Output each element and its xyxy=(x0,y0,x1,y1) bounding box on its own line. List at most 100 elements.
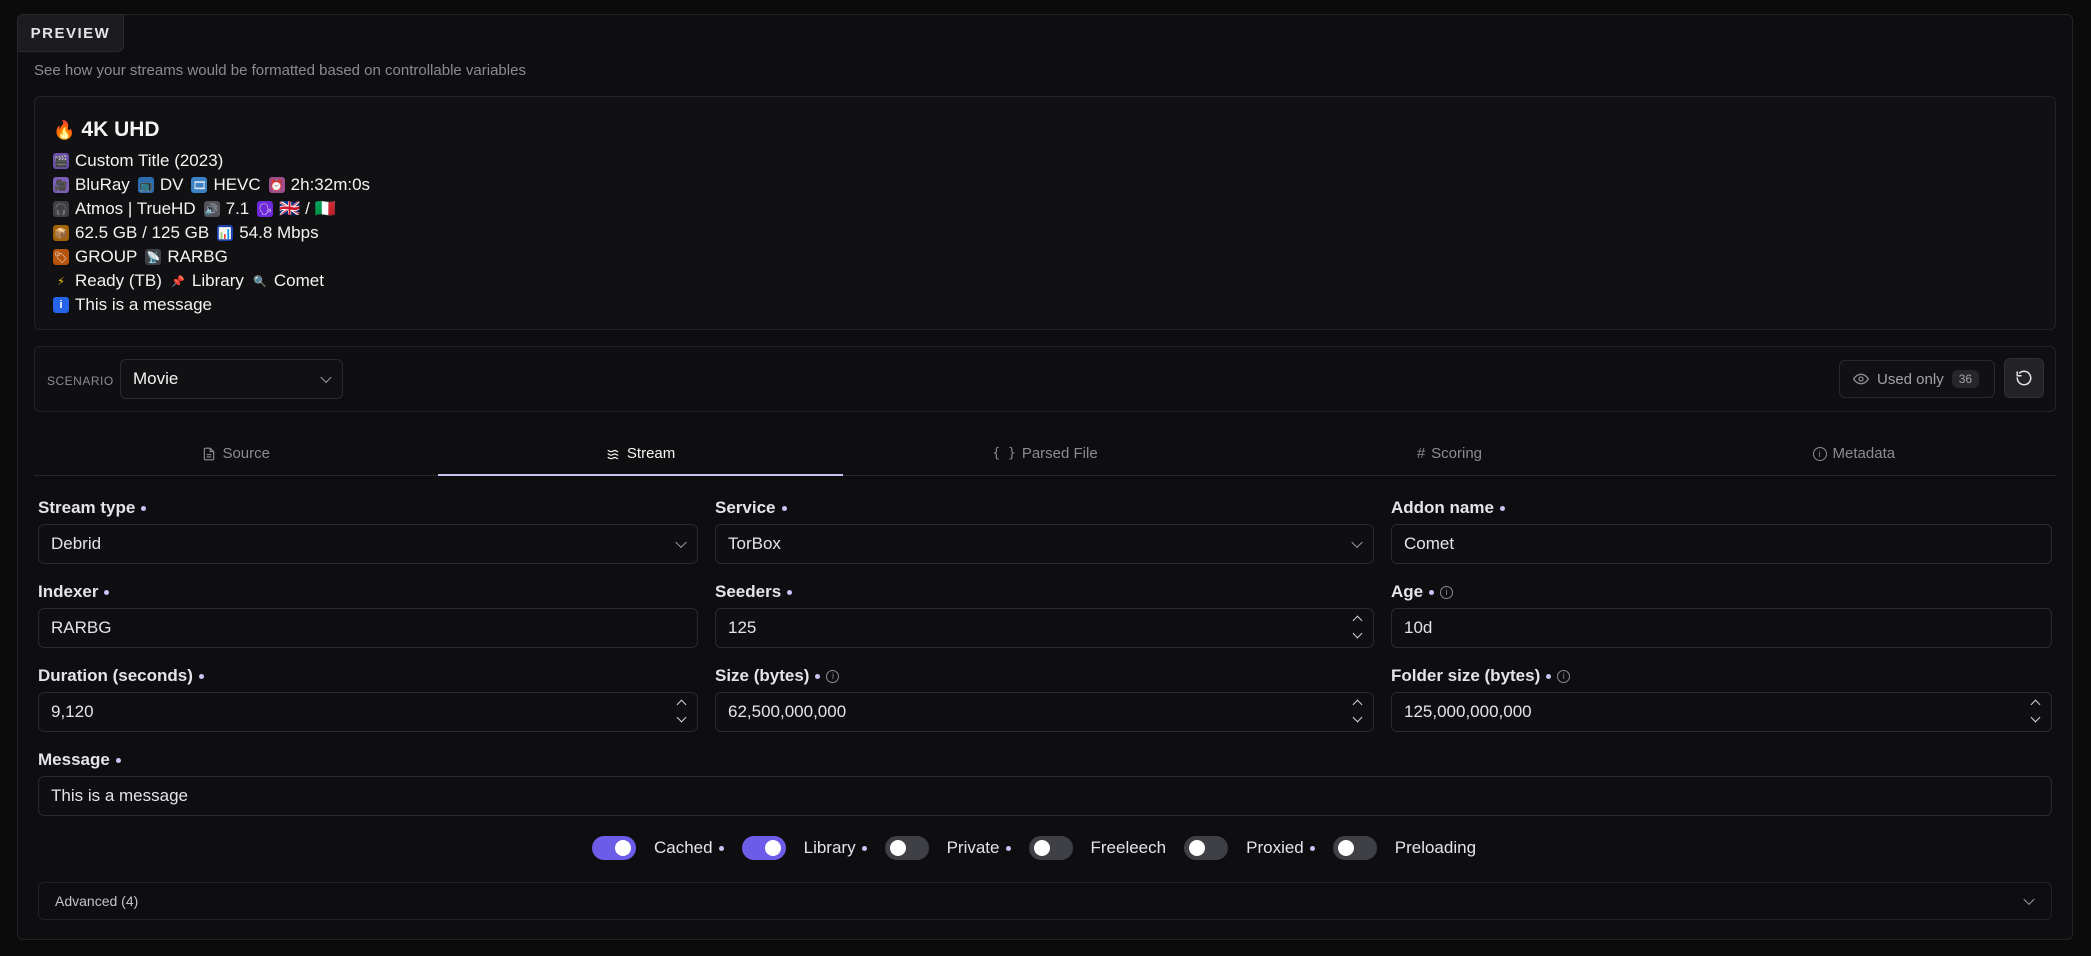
field-label: Addon name xyxy=(1391,498,2052,518)
info-icon[interactable]: i xyxy=(1557,669,1571,683)
toggle-label: Preloading xyxy=(1395,838,1476,858)
preview-text: 54.8 Mbps xyxy=(239,223,319,242)
used-dot xyxy=(115,757,121,763)
stream-type-value: Debrid xyxy=(51,534,102,553)
lightning-icon: ⚡ xyxy=(57,275,65,288)
freeleech-switch[interactable] xyxy=(1028,836,1073,860)
toggle-label: Library xyxy=(804,838,867,858)
duration-value: 9,120 xyxy=(51,702,94,721)
private-switch[interactable] xyxy=(884,836,929,860)
toggle-preloading[interactable]: Preloading xyxy=(1332,836,1476,860)
preview-text: 62.5 GB / 125 GB xyxy=(75,223,210,242)
info-square-icon: i xyxy=(53,297,69,313)
preloading-switch[interactable] xyxy=(1332,836,1377,860)
preview-text: 🇬🇧 / 🇮🇹 xyxy=(279,199,336,218)
used-dot xyxy=(1429,589,1435,595)
toggle-cached[interactable]: Cached xyxy=(592,836,724,860)
chevron-down-icon xyxy=(675,536,687,549)
size-label: Size (bytes) xyxy=(715,666,810,685)
advanced-label: Advanced (4) xyxy=(55,893,139,909)
satellite-icon: 📡 xyxy=(145,249,162,265)
field-label: Stream type xyxy=(38,498,698,518)
duration-field: Duration (seconds) 9,120 xyxy=(38,666,698,732)
service-select[interactable]: TorBox xyxy=(715,524,1374,564)
toggle-freeleech[interactable]: Freeleech xyxy=(1028,836,1166,860)
duration-input[interactable]: 9,120 xyxy=(38,692,698,732)
number-stepper[interactable] xyxy=(1352,699,1363,723)
toggle-library[interactable]: Library xyxy=(741,836,867,860)
addon-name-field: Addon name Comet xyxy=(1391,498,2052,564)
seeders-label: Seeders xyxy=(715,582,782,601)
braces-icon: { } xyxy=(992,446,1016,461)
tab-label: Source xyxy=(222,445,270,462)
size-field: Size (bytes) i 62,500,000,000 xyxy=(715,666,1374,732)
tab-label: Parsed File xyxy=(1021,445,1098,462)
size-input[interactable]: 62,500,000,000 xyxy=(715,692,1374,732)
chevron-down-icon xyxy=(2023,893,2035,906)
addon-name-input[interactable]: Comet xyxy=(1391,524,2052,564)
indexer-input[interactable]: RARBG xyxy=(38,608,698,648)
seeders-input[interactable]: 125 xyxy=(715,608,1374,648)
chevron-up-icon xyxy=(1352,699,1363,710)
used-only-button[interactable]: Used only 36 xyxy=(1839,360,1995,398)
folder-size-input[interactable]: 125,000,000,000 xyxy=(1391,692,2052,732)
seeders-field: Seeders 125 xyxy=(715,582,1374,648)
used-dot xyxy=(198,673,204,679)
used-dot xyxy=(141,505,147,511)
package-icon: 📦 xyxy=(53,225,69,241)
advanced-accordion[interactable]: Advanced (4) xyxy=(38,882,2052,920)
library-switch[interactable] xyxy=(741,836,786,860)
tag-icon: 🏷 xyxy=(53,249,69,265)
used-only-count-badge: 36 xyxy=(1951,370,1980,388)
scenario-bar: SCENARIO Movie Used only 36 xyxy=(34,346,2056,412)
tab-parsed-file[interactable]: { } Parsed File xyxy=(843,432,1247,475)
reset-button[interactable] xyxy=(2004,358,2044,398)
message-input[interactable]: This is a message xyxy=(38,776,2052,816)
cached-switch[interactable] xyxy=(592,836,636,860)
tab-label: Scoring xyxy=(1431,445,1483,462)
field-label: Folder size (bytes) i xyxy=(1391,666,2052,686)
preview-title-row: 🔥 4K UHD xyxy=(53,115,2037,145)
addon-name-label: Addon name xyxy=(1391,498,1494,517)
tab-metadata[interactable]: i Metadata xyxy=(1652,432,2056,475)
library-label: Library xyxy=(803,838,856,857)
preview-title: 4K UHD xyxy=(81,118,160,141)
toggle-private[interactable]: Private xyxy=(884,836,1011,860)
preview-text: BluRay xyxy=(75,175,130,194)
age-input[interactable]: 10d xyxy=(1391,608,2052,648)
used-dot xyxy=(861,845,867,851)
toggle-proxied[interactable]: Proxied xyxy=(1184,836,1315,860)
field-label: Duration (seconds) xyxy=(38,666,698,686)
number-stepper[interactable] xyxy=(1352,615,1363,639)
field-label: Service xyxy=(715,498,1374,518)
service-value: TorBox xyxy=(728,534,781,553)
info-icon[interactable]: i xyxy=(1440,585,1454,599)
tab-stream[interactable]: Stream xyxy=(438,432,844,476)
scenario-select[interactable]: Movie xyxy=(120,359,343,399)
preview-tab-label: PREVIEW xyxy=(17,14,124,52)
used-dot xyxy=(787,589,793,595)
tab-source[interactable]: Source xyxy=(34,432,438,475)
preview-text: Library xyxy=(191,271,244,290)
info-icon[interactable]: i xyxy=(826,669,840,683)
alarm-clock-icon: ⏰ xyxy=(268,177,285,193)
preview-line-size: 📦 62.5 GB / 125 GB 📊 54.8 Mbps xyxy=(53,221,2037,245)
proxied-switch[interactable] xyxy=(1184,836,1229,860)
rotate-ccw-icon xyxy=(2016,370,2032,386)
proxied-label: Proxied xyxy=(1246,838,1304,857)
scenario-value: Movie xyxy=(133,369,179,388)
chevron-down-icon xyxy=(676,712,687,723)
number-stepper[interactable] xyxy=(2030,699,2041,723)
magnifier-icon: 🔍 xyxy=(253,275,267,288)
stream-type-select[interactable]: Debrid xyxy=(38,524,698,564)
number-stepper[interactable] xyxy=(676,699,687,723)
age-field: Age i 10d xyxy=(1391,582,2052,648)
preview-text: Custom Title (2023) xyxy=(75,151,224,170)
field-label: Message xyxy=(38,750,2052,770)
film-reel-icon: 🎥 xyxy=(53,177,69,193)
message-value: This is a message xyxy=(51,786,188,805)
preview-subtitle: See how your streams would be formatted … xyxy=(34,62,526,79)
chevron-down-icon xyxy=(1352,628,1363,639)
bar-chart-icon: 📊 xyxy=(217,225,234,241)
tab-scoring[interactable]: # Scoring xyxy=(1247,432,1651,475)
